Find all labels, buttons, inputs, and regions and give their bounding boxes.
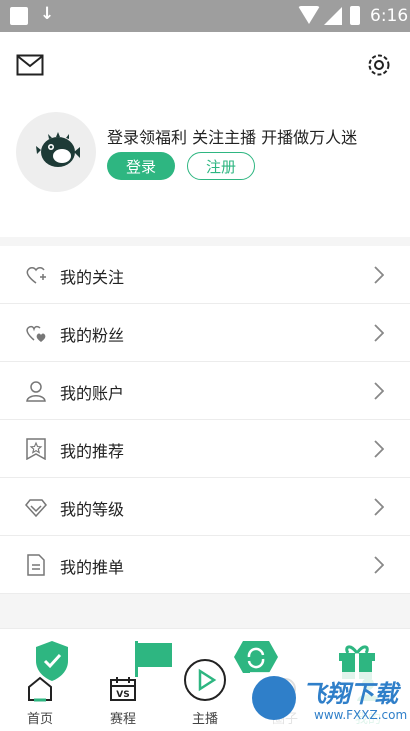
mail-icon[interactable] (16, 54, 44, 76)
tab-schedule[interactable]: VS 赛程 (93, 676, 153, 727)
menu-item-label: 我的推单 (60, 558, 125, 577)
tab-anchor[interactable]: 主播 (175, 658, 235, 727)
tab-label: 赛程 (109, 712, 136, 727)
chevron-right-icon (374, 266, 384, 284)
diamond-icon (25, 499, 47, 518)
chevron-right-icon (374, 498, 384, 516)
chevron-right-icon (374, 440, 384, 458)
tab-label: 主播 (191, 712, 218, 727)
avatar[interactable] (16, 112, 96, 192)
battery-icon (350, 6, 360, 25)
profile-header: 登录领福利 关注主播 开播做万人迷 登录 注册 (0, 32, 410, 237)
menu-item-fans[interactable]: 我的粉丝 (0, 304, 410, 362)
login-slogan: 登录领福利 关注主播 开播做万人迷 (107, 128, 358, 147)
user-icon (26, 381, 46, 402)
watermark-logo-icon (252, 676, 296, 720)
menu-item-level[interactable]: 我的等级 (0, 478, 410, 536)
heart-plus-icon (26, 267, 46, 284)
menu-item-tips[interactable]: 我的推单 (0, 536, 410, 594)
calendar-vs-icon: VS (110, 677, 136, 701)
register-button[interactable]: 注册 (187, 152, 255, 180)
watermark-url: www.FXXZ.com (314, 708, 408, 722)
menu-item-label: 我的关注 (60, 268, 125, 287)
watermark-title: 飞翔下载 (302, 680, 398, 708)
menu-item-label: 我的等级 (60, 500, 125, 519)
pufferfish-avatar-icon (36, 132, 80, 167)
notification-icon (10, 7, 28, 25)
chevron-right-icon (374, 324, 384, 342)
play-icon (184, 659, 226, 701)
tab-label: 首页 (26, 712, 53, 727)
menu-item-account[interactable]: 我的账户 (0, 362, 410, 420)
settings-gear-icon[interactable] (366, 52, 392, 78)
status-time: 6:16 (370, 6, 409, 26)
menu-item-label: 我的推荐 (60, 442, 125, 461)
menu-item-label: 我的粉丝 (60, 326, 125, 345)
menu-item-follows[interactable]: 我的关注 (0, 246, 410, 304)
login-button[interactable]: 登录 (107, 152, 175, 180)
star-bookmark-icon (26, 438, 46, 460)
svg-text:VS: VS (116, 690, 129, 700)
flag-promo-icon[interactable] (132, 639, 174, 679)
tab-home[interactable]: 首页 (10, 676, 70, 727)
chevron-right-icon (374, 556, 384, 574)
profile-menu: 我的关注 我的粉丝 我的账户 我的推荐 我的等级 我的推单 (0, 246, 410, 594)
site-watermark: 飞翔下载 www.FXXZ.com (250, 672, 410, 730)
menu-item-label: 我的账户 (60, 384, 125, 403)
signal-icon (324, 7, 342, 25)
download-icon: ↓ (40, 4, 55, 24)
refresh-promo-icon[interactable] (233, 639, 279, 675)
status-bar: ↓ 6:16 (0, 0, 410, 32)
wifi-icon (298, 6, 320, 24)
document-icon (27, 554, 45, 576)
menu-item-recommend[interactable]: 我的推荐 (0, 420, 410, 478)
hearts-icon (26, 325, 46, 342)
home-icon (28, 676, 52, 702)
chevron-right-icon (374, 382, 384, 400)
